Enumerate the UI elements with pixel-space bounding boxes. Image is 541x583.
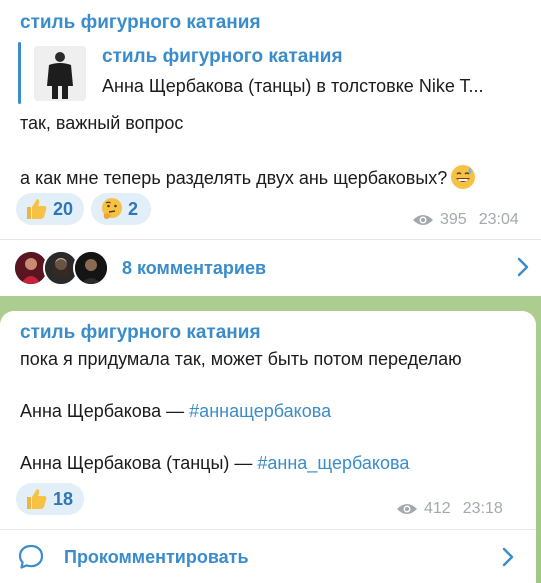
reaction-thumbs-up[interactable]: 20 <box>16 193 84 225</box>
reply-bar <box>18 42 21 104</box>
thinking-face-emoji-icon <box>102 198 122 219</box>
reaction-thinking[interactable]: 2 <box>91 193 151 225</box>
message-text-line: пока я придумала так, может быть потом п… <box>20 349 462 369</box>
chevron-right-icon[interactable] <box>516 257 530 277</box>
hashtag-link[interactable]: #анна_щербакова <box>257 453 409 473</box>
hashtag-line: Анна Щербакова — #аннащербакова <box>20 401 331 422</box>
message-text-line: так, важный вопрос <box>20 113 184 133</box>
hashtag-line: Анна Щербакова (танцы) — #анна_щербакова <box>20 453 409 474</box>
reaction-count: 2 <box>128 198 139 219</box>
thumbs-up-emoji-icon <box>27 489 47 509</box>
views-count: 395 <box>440 211 467 228</box>
comments-divider <box>0 239 541 240</box>
message-text-line-with-emoji: а как мне теперь разделять двух ань щерб… <box>20 164 476 190</box>
reply-title: стиль фигурного катания <box>102 46 343 67</box>
channel-name[interactable]: стиль фигурного катания <box>20 12 261 34</box>
channel-name[interactable]: стиль фигурного катания <box>20 322 261 344</box>
message-time: 23:18 <box>462 500 503 517</box>
sweat-smile-emoji-icon <box>451 165 476 189</box>
chevron-right-icon[interactable] <box>501 547 515 567</box>
views-eye-icon <box>413 215 433 225</box>
message-bubble: стиль фигурного катания стиль фигурного … <box>0 0 541 296</box>
avatar <box>73 250 109 286</box>
reply-thumbnail-image <box>34 46 86 101</box>
comments-link[interactable]: 8 комментариев <box>122 258 266 279</box>
reaction-count: 18 <box>53 488 74 509</box>
hashtag-person-name: Анна Щербакова (танцы) — <box>20 453 258 473</box>
reply-thumbnail <box>34 46 86 101</box>
thumbs-up-emoji-icon <box>27 199 47 219</box>
hashtag-link[interactable]: #аннащербакова <box>189 401 331 421</box>
message-text: а как мне теперь разделять двух ань щерб… <box>20 168 448 188</box>
message-bubble: стиль фигурного катания пока я придумала… <box>0 311 536 583</box>
comment-bubble-icon <box>18 544 44 569</box>
comment-divider <box>0 529 536 530</box>
message-time: 23:04 <box>478 211 519 228</box>
views-eye-icon <box>397 504 417 514</box>
views-count: 412 <box>424 500 451 517</box>
reply-preview[interactable]: стиль фигурного катания Анна Щербакова (… <box>18 42 528 104</box>
commenter-avatars <box>13 250 109 286</box>
message-meta: 412 23:18 <box>396 500 503 518</box>
message-meta: 395 23:04 <box>412 211 519 229</box>
hashtag-person-name: Анна Щербакова — <box>20 401 190 421</box>
comment-action-link[interactable]: Прокомментировать <box>64 547 249 568</box>
reaction-count: 20 <box>53 198 74 219</box>
reply-text: Анна Щербакова (танцы) в толстовке Nike … <box>102 76 484 96</box>
reaction-thumbs-up[interactable]: 18 <box>16 483 84 515</box>
